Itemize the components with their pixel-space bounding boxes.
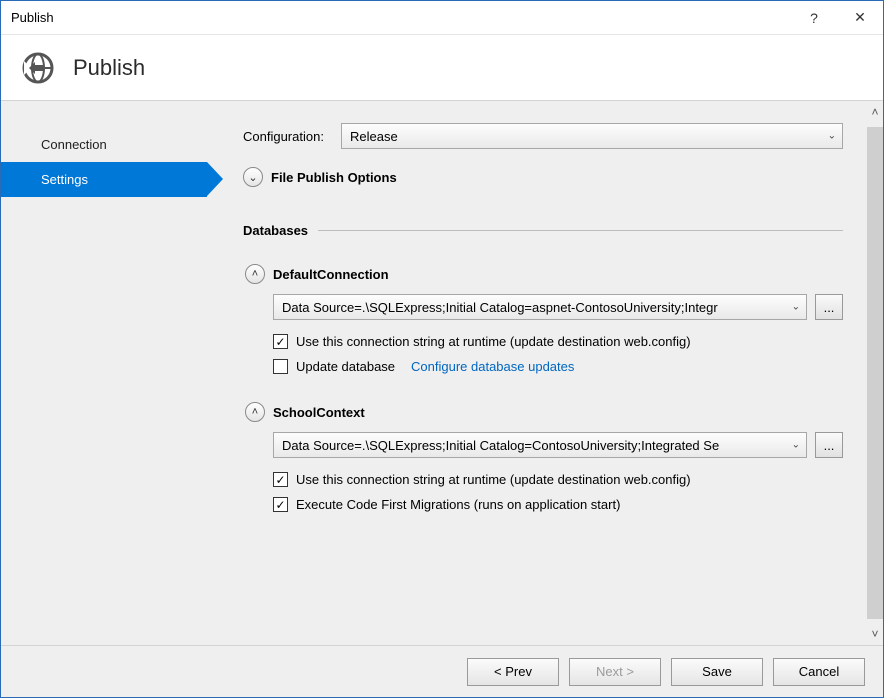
databases-section-header: Databases [243,223,843,238]
dialog-body: Connection Settings Configuration: Relea… [1,101,883,645]
sidebar-item-label: Settings [41,172,88,187]
dialog-footer: < Prev Next > Save Cancel [1,645,883,697]
use-connection-runtime-label: Use this connection string at runtime (u… [296,334,691,349]
settings-panel: Configuration: Release ⌄ ⌄ File Publish … [207,101,883,645]
collapse-toggle-icon: ˄ [245,264,265,284]
sidebar-item-label: Connection [41,137,107,152]
save-button[interactable]: Save [671,658,763,686]
divider [318,230,843,231]
update-database-row: Update database Configure database updat… [245,359,843,374]
connection-browse-button[interactable]: ... [815,294,843,320]
use-connection-runtime-checkbox[interactable]: ✓ [273,334,288,349]
db-defaultconnection: ˄ DefaultConnection Data Source=.\SQLExp… [243,264,843,374]
databases-label: Databases [243,223,308,238]
chevron-down-icon: ⌄ [792,440,800,451]
file-publish-options-label: File Publish Options [271,170,397,185]
db-name: SchoolContext [273,405,365,420]
configuration-dropdown[interactable]: Release ⌄ [341,123,843,149]
vertical-scrollbar[interactable]: ˄ ˅ [867,101,883,645]
configuration-label: Configuration: [243,129,341,144]
sidebar-item-settings[interactable]: Settings [1,162,207,197]
expand-toggle-icon: ⌄ [243,167,263,187]
close-button[interactable]: ✕ [837,1,883,35]
file-publish-options-expander[interactable]: ⌄ File Publish Options [243,167,843,187]
update-database-checkbox[interactable] [273,359,288,374]
connection-string-row: Data Source=.\SQLExpress;Initial Catalog… [245,294,843,320]
globe-publish-icon [21,51,55,85]
execute-migrations-row: ✓ Execute Code First Migrations (runs on… [245,497,843,512]
connection-string-value: Data Source=.\SQLExpress;Initial Catalog… [282,438,719,453]
configuration-value: Release [350,129,398,144]
configure-database-updates-link[interactable]: Configure database updates [411,359,574,374]
use-connection-runtime-row: ✓ Use this connection string at runtime … [245,334,843,349]
db-schoolcontext: ˄ SchoolContext Data Source=.\SQLExpress… [243,402,843,512]
connection-string-dropdown[interactable]: Data Source=.\SQLExpress;Initial Catalog… [273,432,807,458]
execute-migrations-label: Execute Code First Migrations (runs on a… [296,497,620,512]
window-title: Publish [11,10,791,25]
publish-dialog: Publish ? ✕ Publish Connection Settings [0,0,884,698]
use-connection-runtime-label: Use this connection string at runtime (u… [296,472,691,487]
help-button[interactable]: ? [791,1,837,35]
configuration-row: Configuration: Release ⌄ [243,123,843,149]
connection-string-row: Data Source=.\SQLExpress;Initial Catalog… [245,432,843,458]
connection-string-value: Data Source=.\SQLExpress;Initial Catalog… [282,300,718,315]
update-database-label: Update database [296,359,395,374]
use-connection-runtime-row: ✓ Use this connection string at runtime … [245,472,843,487]
scroll-track[interactable] [867,127,883,619]
scroll-thumb[interactable] [867,127,883,560]
collapse-toggle-icon: ˄ [245,402,265,422]
next-button[interactable]: Next > [569,658,661,686]
use-connection-runtime-checkbox[interactable]: ✓ [273,472,288,487]
dialog-heading: Publish [73,55,145,81]
chevron-down-icon: ⌄ [792,302,800,313]
scroll-up-icon[interactable]: ˄ [868,105,882,119]
db-header[interactable]: ˄ SchoolContext [245,402,843,422]
sidebar: Connection Settings [1,101,207,645]
dialog-header: Publish [1,35,883,101]
execute-migrations-checkbox[interactable]: ✓ [273,497,288,512]
chevron-down-icon: ⌄ [828,131,836,142]
connection-string-dropdown[interactable]: Data Source=.\SQLExpress;Initial Catalog… [273,294,807,320]
scroll-down-icon[interactable]: ˅ [868,627,882,641]
db-name: DefaultConnection [273,267,389,282]
cancel-button[interactable]: Cancel [773,658,865,686]
prev-button[interactable]: < Prev [467,658,559,686]
connection-browse-button[interactable]: ... [815,432,843,458]
db-header[interactable]: ˄ DefaultConnection [245,264,843,284]
titlebar: Publish ? ✕ [1,1,883,35]
settings-scroll: Configuration: Release ⌄ ⌄ File Publish … [207,101,867,645]
sidebar-item-connection[interactable]: Connection [1,127,207,162]
